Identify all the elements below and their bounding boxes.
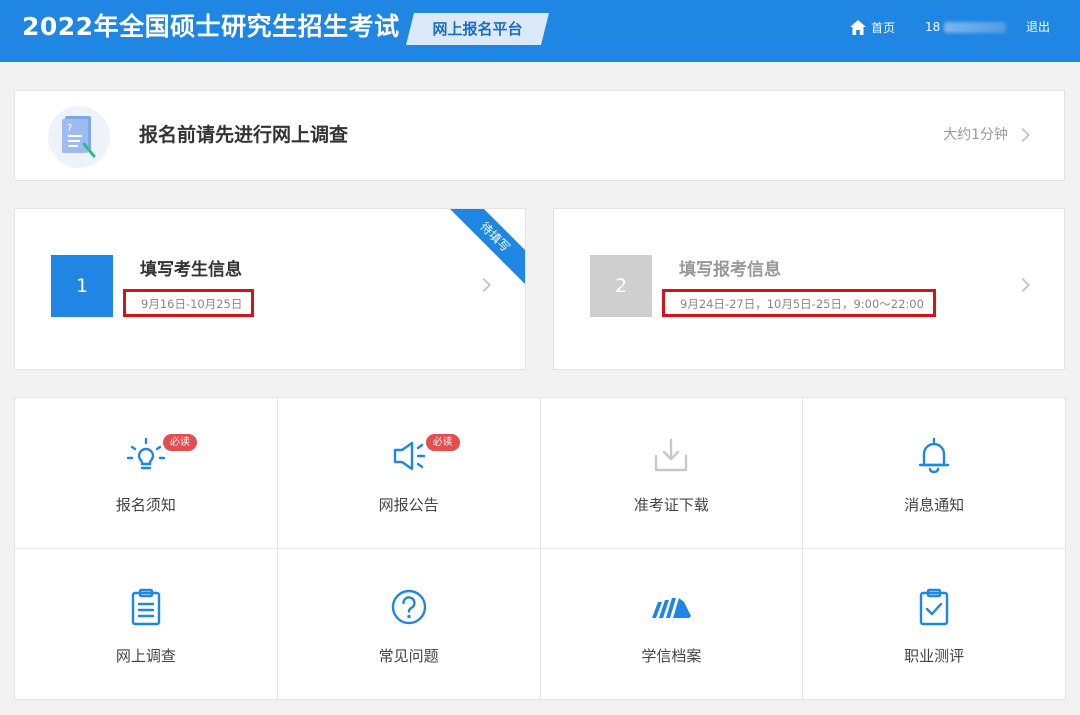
user-id: 18 [925,20,941,34]
grid-item-notifications[interactable]: 消息通知 [803,398,1065,548]
svg-text:?: ? [67,123,72,134]
step-date-range: 9月16日-10月25日 [123,289,255,317]
must-read-badge: 必读 [162,434,197,451]
download-icon [655,438,688,472]
function-grid: 必读 报名须知 必读 网报公告 准考证下载 消息通知 网上调查 常见问题 学信档… [14,397,1066,700]
grid-item-label: 消息通知 [904,496,965,514]
grid-item-admission-ticket-download[interactable]: 准考证下载 [540,398,803,548]
step-title: 填写考生信息 [140,260,242,280]
grid-item-career-assessment[interactable]: 职业测评 [803,549,1065,699]
grid-item-online-survey[interactable]: 网上调查 [15,549,277,699]
user-id-mask [944,21,1007,33]
chevron-right-icon [1015,127,1031,143]
step-date-range: 9月24日-27日，10月5日-25日，9:00～22:00 [662,289,936,317]
grid-item-label: 网上调查 [115,647,176,665]
grid-item-label: 网报公告 [378,496,439,514]
bell-icon [918,437,950,474]
survey-document-icon: ? [48,106,110,168]
clipboard-check-icon [919,588,949,626]
top-header: 2022年全国硕士研究生招生考试 网上报名平台 首页 18 退出 [0,0,1080,62]
question-icon [391,589,426,625]
site-title: 2022年全国硕士研究生招生考试 [22,12,400,41]
status-ribbon: 待填写 [444,209,525,288]
step-card-fill-candidate-info[interactable]: 1 填写考生信息 9月16日-10月25日 待填写 [14,208,526,370]
grid-item-label: 准考证下载 [633,496,709,514]
platform-tag: 网上报名平台 [432,20,523,38]
survey-banner[interactable]: ? 报名前请先进行网上调查 大约1分钟 [14,90,1065,181]
grid-item-label: 报名须知 [115,496,176,514]
grid-item-label: 职业测评 [904,647,965,665]
step-number-badge: 2 [590,255,652,317]
grid-item-chsi-archive[interactable]: 学信档案 [540,549,803,699]
grid-item-label: 学信档案 [641,647,702,665]
step-title: 填写报考信息 [679,260,781,280]
clipboard-icon [131,588,161,626]
home-icon [850,19,866,35]
must-read-badge: 必读 [425,434,460,451]
step-number-badge: 1 [51,255,113,317]
survey-time-hint: 大约1分钟 [943,127,1008,143]
megaphone-icon [393,441,425,471]
grid-item-label: 常见问题 [378,647,439,665]
logout-link[interactable]: 退出 [1026,16,1050,38]
user-account[interactable]: 18 [925,16,1007,38]
grid-item-registration-notice[interactable]: 必读 报名须知 [15,398,277,548]
step-card-fill-application-info[interactable]: 2 填写报考信息 9月24日-27日，10月5日-25日，9:00～22:00 [553,208,1065,370]
lightbulb-icon [126,437,166,470]
chevron-right-icon [476,277,492,293]
chevron-right-icon [1015,277,1031,293]
survey-title: 报名前请先进行网上调查 [139,124,349,146]
grid-item-announcements[interactable]: 必读 网报公告 [277,398,540,548]
chsi-logo-icon [652,598,692,618]
grid-item-faq[interactable]: 常见问题 [277,549,540,699]
home-link[interactable]: 首页 [850,16,895,38]
home-link-label: 首页 [871,20,896,35]
